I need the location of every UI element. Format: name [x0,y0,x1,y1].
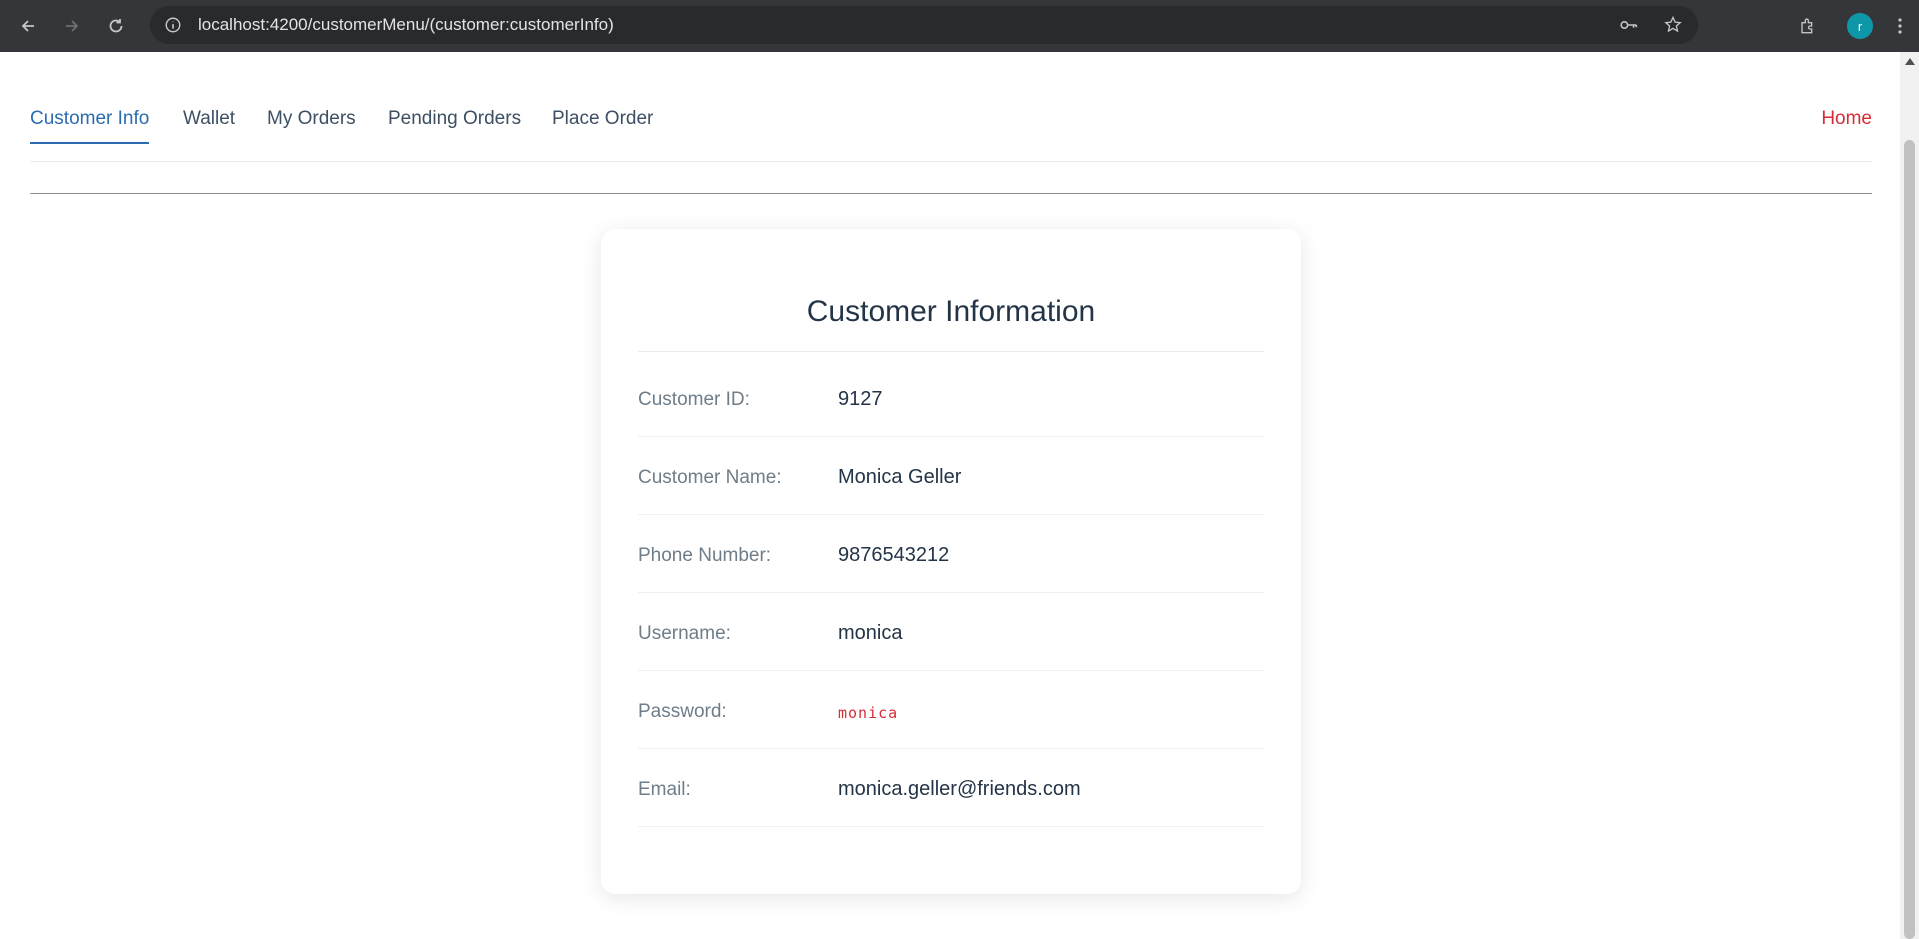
forward-icon[interactable] [50,4,94,48]
tab-my-orders[interactable]: My Orders [267,108,356,142]
page-scrollbar[interactable] [1900,52,1919,939]
info-icon[interactable] [154,6,192,44]
field-value: monica.geller@friends.com [838,778,1081,800]
card-title: Customer Information [638,295,1264,352]
menu-dots-icon[interactable] [1885,4,1915,48]
tab-place-order[interactable]: Place Order [552,108,653,142]
field-row-username: Username: monica [638,593,1264,671]
password-value: monica [838,704,899,722]
extensions-icon[interactable] [1785,4,1829,48]
field-value: monica [838,622,903,644]
field-value: Monica Geller [838,466,962,488]
browser-toolbar: localhost:4200/customerMenu/(customer:cu… [0,0,1919,52]
tab-wallet[interactable]: Wallet [183,108,235,142]
home-link[interactable]: Home [1821,108,1872,130]
field-label: Username: [638,623,731,644]
field-row-customer-id: Customer ID: 9127 [638,359,1264,437]
field-row-customer-name: Customer Name: Monica Geller [638,437,1264,515]
url-text[interactable]: localhost:4200/customerMenu/(customer:cu… [198,15,614,35]
field-row-password: Password: monica [638,671,1264,749]
key-icon[interactable] [1614,10,1644,40]
field-label: Email: [638,779,691,800]
customer-info-card: Customer Information Customer ID: 9127 C… [601,229,1301,894]
field-row-email: Email: monica.geller@friends.com [638,749,1264,827]
address-bar[interactable]: localhost:4200/customerMenu/(customer:cu… [150,6,1698,44]
reload-icon[interactable] [94,4,138,48]
field-label: Customer ID: [638,389,750,410]
field-row-phone-number: Phone Number: 9876543212 [638,515,1264,593]
profile-avatar[interactable]: r [1847,13,1873,39]
star-icon[interactable] [1658,10,1688,40]
divider [30,193,1872,194]
scroll-up-icon[interactable] [1905,58,1915,65]
tab-customer-info[interactable]: Customer Info [30,108,150,144]
field-label: Password: [638,701,727,722]
tab-pending-orders[interactable]: Pending Orders [388,108,521,142]
back-icon[interactable] [6,4,50,48]
scrollbar-thumb[interactable] [1904,140,1915,939]
field-label: Phone Number: [638,545,772,566]
field-value: 9127 [838,388,883,410]
field-value: 9876543212 [838,544,950,566]
field-label: Customer Name: [638,467,782,488]
customer-nav: Customer Info Wallet My Orders Pending O… [30,52,1872,162]
